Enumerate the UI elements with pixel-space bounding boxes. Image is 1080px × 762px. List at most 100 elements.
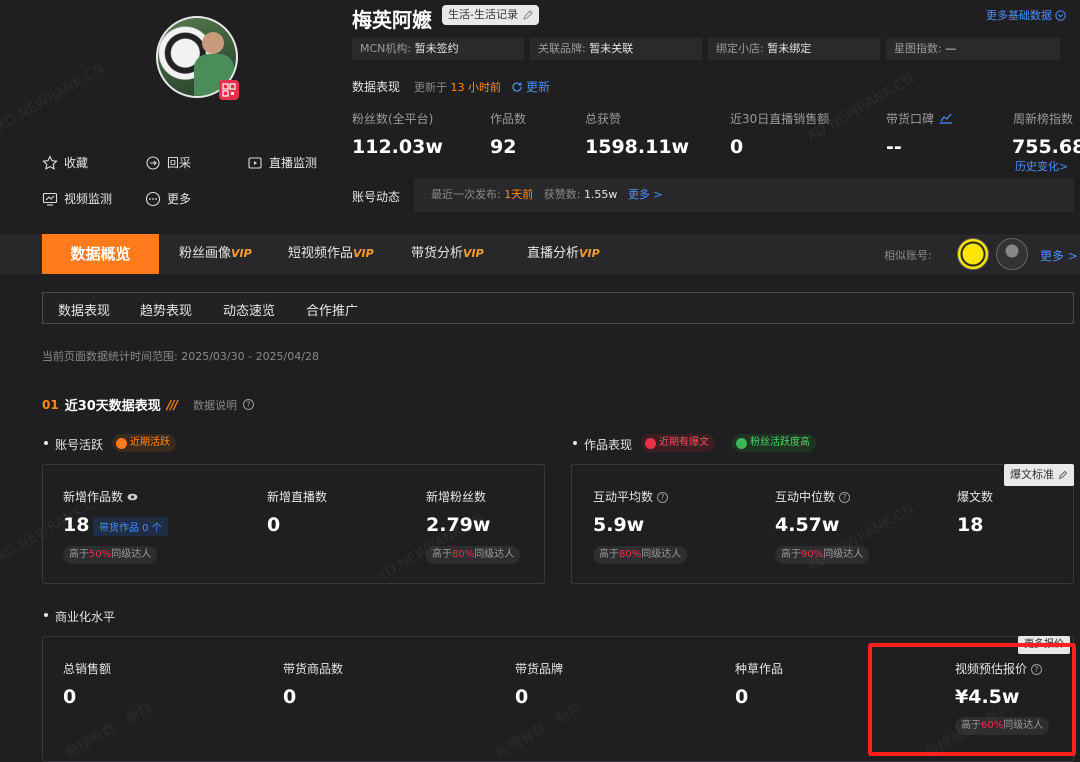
active-badge: 近期活跃: [112, 434, 176, 452]
median-interaction-label: 互动中位数: [775, 490, 836, 504]
dynamic-title: 账号动态: [352, 190, 401, 204]
viral-standard-button[interactable]: 爆文标准: [1004, 464, 1074, 486]
more-base-data-link[interactable]: 更多基础数据: [986, 7, 1066, 23]
live-monitor-button[interactable]: 直播监测: [247, 154, 317, 171]
seeding-works-label: 种草作品: [735, 662, 784, 676]
favorite-button[interactable]: 收藏: [42, 154, 88, 171]
viral-count-value: 18: [957, 514, 984, 536]
last-publish-value: 1天前: [504, 188, 534, 201]
tab-overview[interactable]: 数据概览: [42, 234, 159, 274]
qr-code-icon[interactable]: [219, 80, 239, 100]
product-count-label: 带货商品数: [283, 662, 344, 676]
star-label: 星图指数:: [894, 42, 942, 55]
help-icon[interactable]: ?: [242, 399, 254, 410]
subtab-trend[interactable]: 趋势表现: [140, 300, 192, 319]
last-publish-label: 最近一次发布:: [431, 188, 501, 201]
mcn-label: MCN机构:: [360, 42, 412, 55]
similar-more-link[interactable]: 更多 >: [1040, 247, 1078, 264]
compare-pct: 80%: [452, 549, 475, 560]
weekly-index-value: 755.68: [1012, 136, 1080, 158]
video-monitor-button[interactable]: 视频监测: [42, 190, 112, 207]
fan-active-badge: 粉丝活跃度高: [732, 434, 816, 452]
chevron-down-circle-icon: [1055, 9, 1066, 21]
update-prefix: 更新于: [414, 81, 447, 94]
tab-live-analysis[interactable]: 直播分析VIP: [527, 234, 600, 274]
compare-suffix: 同级达人: [474, 549, 515, 560]
total-sales-value: 0: [63, 686, 77, 708]
tab-commerce-analysis[interactable]: 带货分析VIP: [411, 234, 484, 274]
compare-pill: 高于90%同级达人: [775, 546, 870, 564]
compare-prefix: 高于: [432, 549, 452, 560]
slash-decor-icon: ///: [166, 397, 178, 412]
mcn-value: 暂未签约: [414, 42, 459, 55]
avg-interaction-label: 互动平均数: [593, 490, 654, 504]
similar-accounts-label: 相似账号:: [884, 249, 932, 262]
trend-chart-icon[interactable]: [939, 113, 953, 124]
section-30days-header: 01 近30天数据表现 /// 数据说明 ?: [42, 395, 254, 414]
more-actions-label: 更多: [167, 192, 192, 206]
reputation-label-wrap: 带货口碑: [886, 110, 953, 127]
history-change-link[interactable]: 历史变化>: [1015, 158, 1068, 174]
eye-icon[interactable]: [127, 493, 138, 501]
help-icon[interactable]: ?: [656, 492, 668, 503]
live-monitor-icon: [248, 156, 262, 169]
subtab-cooperation[interactable]: 合作推广: [306, 300, 358, 319]
works-title: 作品表现: [584, 438, 633, 452]
recollect-button[interactable]: 回采: [145, 154, 191, 171]
compare-prefix: 高于: [69, 549, 89, 560]
tab-fan-profile[interactable]: 粉丝画像VIP: [179, 234, 252, 274]
similar-account-avatar[interactable]: [957, 238, 989, 270]
tab-short-video-label: 短视频作品: [288, 246, 354, 261]
category-tag[interactable]: 生活-生活记录: [442, 5, 539, 25]
compare-pill: 高于80%同级达人: [593, 546, 688, 564]
viral-badge: 近期有爆文: [641, 434, 715, 452]
data-explain-link[interactable]: 数据说明: [193, 397, 237, 413]
tab-short-video[interactable]: 短视频作品VIP: [288, 234, 374, 274]
more-actions-button[interactable]: 更多: [145, 190, 191, 207]
commerce-title: 商业化水平: [55, 610, 116, 624]
brand-label: 关联品牌:: [538, 42, 586, 55]
tab-live-label: 直播分析: [527, 246, 580, 261]
star-value: —: [945, 42, 957, 55]
total-sales-label: 总销售额: [63, 662, 112, 676]
vip-badge: VIP: [353, 247, 374, 260]
compare-prefix: 高于: [781, 549, 801, 560]
highlight-box: [868, 643, 1076, 756]
brand-count-value: 0: [515, 686, 529, 708]
live-sales-label: 近30日直播销售额: [730, 112, 830, 126]
new-works-label-wrap: 新增作品数: [63, 488, 138, 505]
live-sales-value: 0: [730, 136, 744, 158]
activity-title: 账号活跃: [55, 438, 104, 452]
median-interaction-value: 4.57w: [775, 514, 840, 536]
compare-pct: 90%: [801, 549, 824, 560]
compare-pill: 高于80%同级达人: [426, 546, 521, 564]
account-name: 梅英阿嬷: [352, 8, 432, 32]
vip-badge: VIP: [463, 247, 484, 260]
new-fans-value: 2.79w: [426, 514, 491, 536]
similar-account-avatar[interactable]: [996, 238, 1028, 270]
works-count-value: 92: [490, 136, 517, 158]
more-icon: [145, 191, 161, 206]
help-icon[interactable]: ?: [838, 492, 850, 503]
vip-badge: VIP: [579, 247, 600, 260]
viral-badge-label: 近期有爆文: [659, 437, 709, 448]
period-text: 当前页面数据统计时间范围: 2025/03/30 - 2025/04/28: [42, 350, 319, 363]
subtab-dynamics[interactable]: 动态速览: [223, 300, 275, 319]
shop-info: 绑定小店: 暂未绑定: [708, 38, 880, 60]
subtab-performance[interactable]: 数据表现: [58, 300, 110, 319]
reputation-label: 带货口碑: [886, 112, 935, 126]
commerce-works-tag[interactable]: 带货作品 0 个: [93, 517, 168, 536]
dynamic-more-link[interactable]: 更多 >: [628, 188, 663, 201]
fans-value: 112.03w: [352, 136, 443, 158]
vip-badge: VIP: [231, 247, 252, 260]
more-base-data-label: 更多基础数据: [986, 9, 1052, 22]
fire-icon: [645, 437, 656, 449]
compare-pct: 80%: [619, 549, 642, 560]
bullet-dot: [573, 441, 577, 445]
likes-label: 获赞数:: [543, 188, 581, 201]
fire-icon: [116, 437, 127, 449]
compare-pct: 50%: [89, 549, 112, 560]
refresh-label: 更新: [526, 80, 551, 94]
median-interaction-label-wrap: 互动中位数 ?: [775, 488, 850, 505]
refresh-button[interactable]: 更新: [511, 78, 550, 95]
